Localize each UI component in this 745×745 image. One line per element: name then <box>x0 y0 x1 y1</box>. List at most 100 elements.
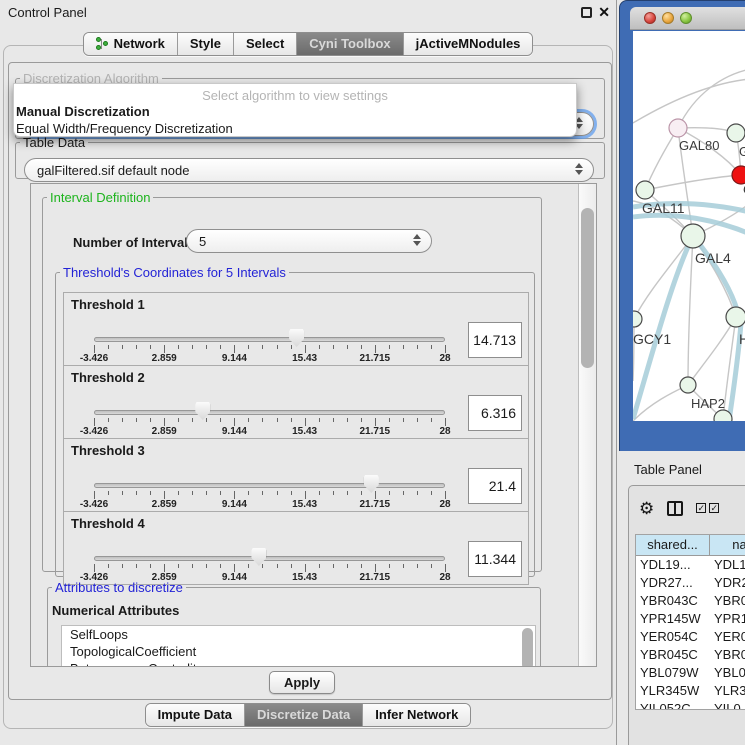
close-icon[interactable]: ✕ <box>598 4 610 21</box>
tab-label: Select <box>246 36 284 51</box>
table-cell: YBR043C <box>636 592 710 610</box>
table-cell: YER054C <box>636 628 710 646</box>
slider-tick-labels: -3.4262.8599.14415.4321.71528 <box>94 426 445 437</box>
network-node-gal80[interactable] <box>669 119 687 137</box>
tab-jactivemnodules[interactable]: jActiveMNodules <box>404 33 533 55</box>
table-rows: YDL19...YDL1YDR27...YDR2YBR043CYBR0YPR14… <box>636 556 745 710</box>
table-cell: YDR27... <box>636 574 710 592</box>
select-columns-icons[interactable]: ✓✓ <box>696 503 719 513</box>
attribute-list-item[interactable]: SelfLoops <box>62 626 535 643</box>
table-row[interactable]: YBR045CYBR0 <box>636 646 745 664</box>
table-cell: YBR045C <box>636 646 710 664</box>
scrollbar-thumb[interactable] <box>581 208 594 368</box>
network-node-gal11[interactable] <box>636 181 654 199</box>
attribute-list-item[interactable]: BetweennessCentrality <box>62 660 535 667</box>
threshold-panel: Threshold 4-3.4262.8599.14415.4321.71528… <box>63 511 529 585</box>
threshold-label: Threshold 3 <box>71 443 145 458</box>
network-node-label: H <box>739 331 745 347</box>
table-data-combobox[interactable]: galFiltered.sif default node <box>24 158 594 182</box>
table-row[interactable]: YDL19...YDL1 <box>636 556 745 574</box>
minimize-traffic-light-icon[interactable] <box>662 12 674 24</box>
threshold-value-field[interactable]: 21.4 <box>468 468 522 504</box>
threshold-value-field[interactable]: 14.713 <box>468 322 522 358</box>
slider-tick-labels: -3.4262.8599.14415.4321.71528 <box>94 353 445 364</box>
column-header-shared-name[interactable]: shared... <box>636 535 710 555</box>
bottom-tab-bar: Impute DataDiscretize Data Infer Network <box>0 703 616 727</box>
network-edge[interactable] <box>645 128 678 190</box>
network-edge[interactable] <box>633 319 634 381</box>
table-panel-title: Table Panel <box>634 462 702 477</box>
network-edge[interactable] <box>678 69 745 128</box>
network-node-label: GAL80 <box>679 138 719 153</box>
apply-button[interactable]: Apply <box>269 671 335 694</box>
network-edge[interactable] <box>688 236 693 385</box>
group-title-attributes: Attributes to discretize <box>52 580 186 595</box>
threshold-panel: Threshold 3-3.4262.8599.14415.4321.71528… <box>63 438 529 512</box>
columns-icon[interactable] <box>667 501 683 516</box>
tab-impute-data[interactable]: Impute Data <box>146 704 245 726</box>
network-canvas[interactable]: GAL80GACGAL11GAL4GCY1HHAP2 <box>633 31 745 421</box>
threshold-label: Threshold 1 <box>71 297 145 312</box>
close-traffic-light-icon[interactable] <box>644 12 656 24</box>
network-node-label: GAL11 <box>642 200 685 216</box>
tab-label: Cyni Toolbox <box>309 36 390 51</box>
table-row[interactable]: YER054CYER0 <box>636 628 745 646</box>
column-header-name[interactable]: na <box>710 535 745 555</box>
network-node-label: GCY1 <box>633 331 671 347</box>
threshold-label: Threshold 2 <box>71 370 145 385</box>
table-row[interactable]: YBR043CYBR0 <box>636 592 745 610</box>
numerical-attributes-list[interactable]: SelfLoopsTopologicalCoefficientBetweenne… <box>61 625 536 667</box>
table-row[interactable]: YLR345WYLR3 <box>636 682 745 700</box>
network-edge[interactable] <box>634 236 693 319</box>
algorithm-popup-options: Manual DiscretizationEqual Width/Frequen… <box>14 103 576 137</box>
slider-track[interactable] <box>94 337 445 342</box>
slider-track[interactable] <box>94 483 445 488</box>
table-cell: YDR2 <box>710 574 745 592</box>
network-node-label: GAL4 <box>695 250 731 266</box>
tab-label: Network <box>114 36 165 51</box>
zoom-traffic-light-icon[interactable] <box>680 12 692 24</box>
screen: Control Panel ✕ NetworkStyleSelectCyni T… <box>0 0 745 745</box>
algorithm-option[interactable]: Manual Discretization <box>14 103 576 120</box>
network-edge[interactable] <box>633 79 745 123</box>
numerical-attributes-label: Numerical Attributes <box>52 603 179 618</box>
tab-style[interactable]: Style <box>178 33 234 55</box>
table-row[interactable]: YIL052CYIL0 <box>636 700 745 710</box>
table-row[interactable]: YPR145WYPR1 <box>636 610 745 628</box>
threshold-value-field[interactable]: 6.316 <box>468 395 522 431</box>
threshold-value-field[interactable]: 11.344 <box>468 541 522 577</box>
top-tab-bar: Network Style Select Cyni Toolbox jActiveMNo… <box>0 32 616 56</box>
number-of-intervals-spinner[interactable]: 5 <box>186 229 432 253</box>
network-node-hap2[interactable] <box>680 377 696 393</box>
algorithm-option[interactable]: Equal Width/Frequency Discretization <box>14 120 576 137</box>
slider-track[interactable] <box>94 556 445 561</box>
tab-label: Infer Network <box>375 707 458 722</box>
slider-track[interactable] <box>94 410 445 415</box>
node-table[interactable]: shared... na YDL19...YDL1YDR27...YDR2YBR… <box>635 534 745 710</box>
table-data-group: Table Data galFiltered.sif default node <box>15 135 605 179</box>
float-window-icon[interactable] <box>581 7 592 18</box>
table-cell: YDL1 <box>710 556 745 574</box>
table-row[interactable]: YBL079WYBL0 <box>636 664 745 682</box>
table-cell: YIL0 <box>710 700 745 710</box>
tab-select[interactable]: Select <box>234 33 297 55</box>
attributes-group: Attributes to discretize Numerical Attri… <box>47 580 541 667</box>
table-panel-window: ⚙ ✓✓ shared... na YDL19...YDL1YDR27...YD… <box>628 485 745 745</box>
number-of-intervals-value: 5 <box>199 234 206 249</box>
network-node-gcy1[interactable] <box>633 311 642 327</box>
tab-discretize-data[interactable]: Discretize Data <box>245 704 363 726</box>
table-cell: YBR0 <box>710 592 745 610</box>
tab-cyni-toolbox[interactable]: Cyni Toolbox <box>297 33 403 55</box>
network-node-h[interactable] <box>726 307 745 327</box>
tab-network[interactable]: Network <box>84 33 178 55</box>
table-row[interactable]: YDR27...YDR2 <box>636 574 745 592</box>
gear-icon[interactable]: ⚙ <box>639 500 654 517</box>
attribute-list-item[interactable]: TopologicalCoefficient <box>62 643 535 660</box>
list-scrollbar[interactable] <box>522 628 533 667</box>
scrollbar-track[interactable] <box>578 184 596 666</box>
tab-infer-network[interactable]: Infer Network <box>363 704 470 726</box>
network-node-gal4[interactable] <box>681 224 705 248</box>
network-edge[interactable] <box>645 175 741 190</box>
network-node-ga[interactable] <box>727 124 745 142</box>
algorithm-popup: Select algorithm to view settings Manual… <box>13 83 577 137</box>
